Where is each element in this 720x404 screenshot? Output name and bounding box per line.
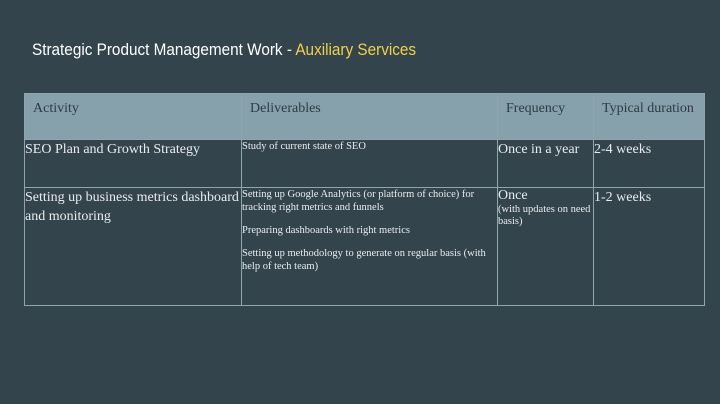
header-activity: Activity — [24, 93, 242, 140]
slide-title-main: Strategic Product Management Work - — [32, 40, 296, 59]
activity-cell: Setting up business metrics dashboard an… — [24, 187, 242, 306]
activity-cell: SEO Plan and Growth Strategy — [24, 139, 242, 188]
table-row: Setting up business metrics dashboard an… — [24, 187, 705, 306]
header-duration: Typical duration — [593, 93, 705, 140]
slide-title: Strategic Product Management Work - Auxi… — [32, 40, 416, 60]
frequency-cell: Once (with updates on need basis) — [497, 187, 594, 306]
table-header-row: Activity Deliverables Frequency Typical … — [24, 93, 705, 140]
frequency-note: (with updates on need basis) — [498, 204, 591, 227]
header-frequency: Frequency — [497, 93, 594, 140]
frequency-cell: Once in a year — [497, 139, 594, 188]
deliverable-item: Study of current state of SEO — [242, 141, 366, 152]
deliverable-item: Setting up methodology to generate on re… — [242, 248, 486, 272]
services-table: Activity Deliverables Frequency Typical … — [24, 93, 705, 306]
table-row: SEO Plan and Growth Strategy Study of cu… — [24, 139, 705, 188]
duration-cell: 2-4 weeks — [593, 139, 705, 188]
deliverables-cell: Study of current state of SEO — [241, 139, 498, 188]
slide-title-accent: Auxiliary Services — [295, 40, 417, 59]
deliverable-item: Setting up Google Analytics (or platform… — [242, 189, 475, 213]
frequency-value: Once — [498, 188, 528, 203]
deliverables-cell: Setting up Google Analytics (or platform… — [241, 187, 498, 306]
deliverable-item: Preparing dashboards with right metrics — [242, 225, 410, 236]
duration-cell: 1-2 weeks — [593, 187, 705, 306]
header-deliverables: Deliverables — [241, 93, 498, 140]
